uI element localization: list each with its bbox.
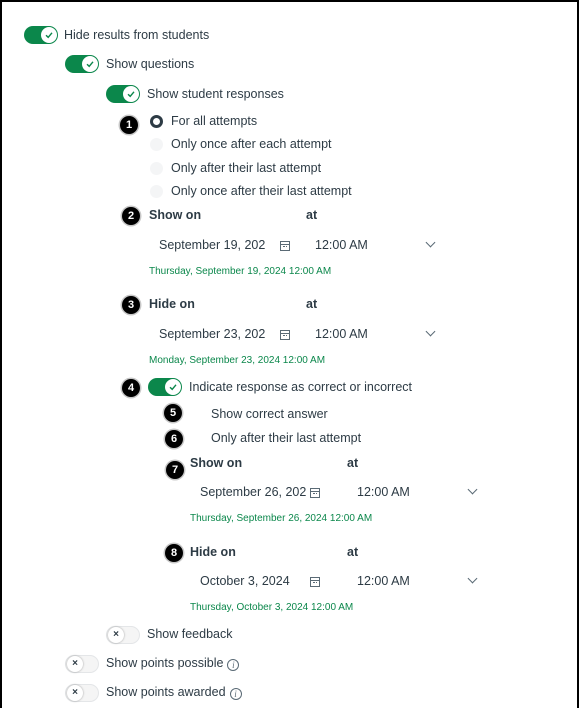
show-points-awarded-label: Show points awarded i — [106, 685, 242, 700]
step-badge-5: 5 — [164, 404, 182, 422]
show-correct-answer-label[interactable]: Show correct answer — [211, 407, 328, 421]
step-badge-8: 8 — [165, 544, 183, 562]
indicate-response-toggle[interactable] — [148, 378, 182, 396]
step-badge-7: 7 — [166, 461, 184, 479]
show-questions-toggle[interactable] — [65, 55, 99, 73]
show-points-possible-text: Show points possible — [106, 656, 224, 670]
hide-on-time-select[interactable]: 12:00 AM — [315, 327, 368, 341]
show-student-responses-label: Show student responses — [147, 87, 284, 101]
hide-on-date-input[interactable]: September 23, 202 — [149, 322, 299, 348]
radio-label-only-once-after-each-attempt: Only once after each attempt — [171, 137, 332, 151]
show-points-possible-label: Show points possible i — [106, 656, 240, 671]
step-badge-4: 4 — [122, 379, 140, 397]
correct-hide-on-date-input[interactable]: October 3, 2024 — [190, 569, 340, 595]
radio-only-after-last-attempt[interactable] — [150, 162, 163, 175]
calendar-icon[interactable] — [280, 241, 290, 251]
x-icon: × — [67, 685, 83, 701]
correct-show-on-time-select[interactable]: 12:00 AM — [357, 485, 410, 499]
show-on-at-label: at — [306, 208, 318, 222]
calendar-icon[interactable] — [280, 330, 290, 340]
correct-hide-on-time-select[interactable]: 12:00 AM — [357, 574, 410, 588]
hide-on-date-value: September 23, 202 — [159, 327, 266, 341]
check-icon — [165, 379, 181, 395]
info-icon[interactable]: i — [227, 659, 240, 671]
step-badge-2: 2 — [122, 207, 140, 225]
show-feedback-toggle[interactable]: × — [106, 626, 140, 644]
correct-show-on-at-label: at — [347, 456, 359, 470]
radio-label-only-after-last-attempt: Only after their last attempt — [171, 161, 322, 175]
radio-label-only-once-after-last-attempt: Only once after their last attempt — [171, 184, 352, 198]
show-on-summary: Thursday, September 19, 2024 12:00 AM — [149, 266, 332, 277]
correct-hide-on-summary: Thursday, October 3, 2024 12:00 AM — [190, 602, 354, 613]
show-student-responses-toggle[interactable] — [106, 85, 140, 103]
show-on-label: Show on — [149, 208, 202, 222]
radio-only-once-after-each-attempt[interactable] — [150, 138, 163, 151]
radio-label-for-all-attempts: For all attempts — [171, 114, 258, 128]
x-icon: × — [108, 627, 124, 643]
step-badge-6: 6 — [165, 430, 183, 448]
step-badge-1: 1 — [120, 116, 138, 134]
check-icon — [41, 27, 57, 43]
step-badge-3: 3 — [122, 296, 140, 314]
show-on-date-input[interactable]: September 19, 202 — [149, 233, 299, 259]
calendar-icon[interactable] — [310, 488, 320, 498]
only-after-last-attempt-label[interactable]: Only after their last attempt — [211, 431, 361, 445]
show-on-time-select[interactable]: 12:00 AM — [315, 238, 368, 252]
show-on-date-value: September 19, 202 — [159, 238, 266, 252]
indicate-response-label: Indicate response as correct or incorrec… — [189, 380, 413, 394]
hide-results-toggle[interactable] — [24, 26, 58, 44]
hide-on-at-label: at — [306, 297, 318, 311]
correct-hide-on-at-label: at — [347, 545, 359, 559]
correct-show-on-date-value: September 26, 202 — [200, 485, 307, 499]
correct-show-on-summary: Thursday, September 26, 2024 12:00 AM — [190, 513, 373, 524]
correct-show-on-date-input[interactable]: September 26, 202 — [190, 480, 340, 506]
radio-for-all-attempts[interactable] — [150, 115, 163, 128]
calendar-icon[interactable] — [310, 577, 320, 587]
correct-hide-on-date-value: October 3, 2024 — [200, 574, 290, 588]
show-feedback-label: Show feedback — [147, 627, 233, 641]
info-icon[interactable]: i — [229, 688, 242, 700]
hide-on-label: Hide on — [149, 297, 195, 311]
show-points-possible-toggle[interactable]: × — [65, 655, 99, 673]
radio-only-once-after-last-attempt[interactable] — [150, 185, 163, 198]
check-icon — [123, 86, 139, 102]
x-icon: × — [67, 656, 83, 672]
correct-show-on-label: Show on — [190, 456, 243, 470]
show-points-awarded-toggle[interactable]: × — [65, 684, 99, 702]
hide-results-label: Hide results from students — [64, 28, 210, 42]
hide-on-summary: Monday, September 23, 2024 12:00 AM — [149, 355, 326, 366]
check-icon — [82, 56, 98, 72]
show-points-awarded-text: Show points awarded — [106, 685, 226, 699]
correct-hide-on-label: Hide on — [190, 545, 236, 559]
show-questions-label: Show questions — [106, 57, 195, 71]
